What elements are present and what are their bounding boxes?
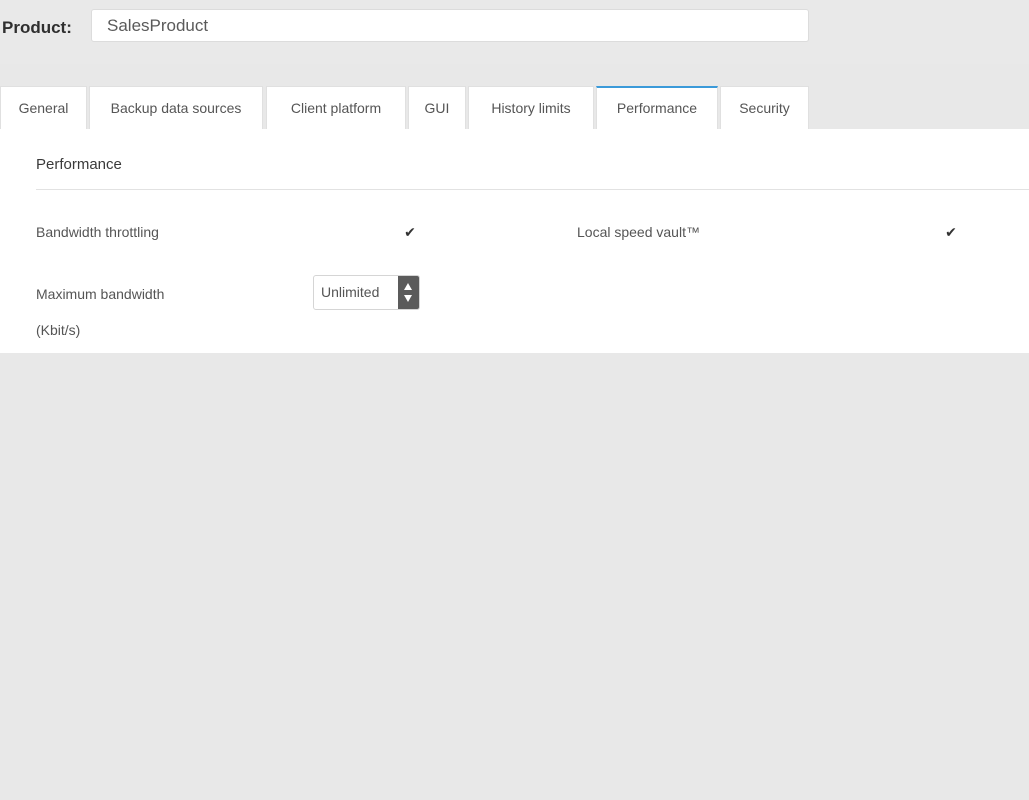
- product-input[interactable]: SalesProduct: [91, 9, 809, 42]
- check-icon: ✔: [404, 224, 416, 240]
- tab-backup-data-sources[interactable]: Backup data sources: [89, 86, 263, 129]
- stepper-buttons[interactable]: [398, 276, 419, 309]
- tab-history-limits[interactable]: History limits: [468, 86, 594, 129]
- product-label: Product:: [2, 18, 72, 37]
- local-speed-vault-checkbox[interactable]: ✔: [943, 224, 959, 240]
- page: Product: SalesProduct General Backup dat…: [0, 0, 1029, 800]
- maximum-bandwidth-label: Maximum bandwidth: [36, 286, 165, 302]
- bandwidth-throttling-label: Bandwidth throttling: [36, 224, 159, 240]
- product-bar: Product: SalesProduct: [0, 0, 1029, 64]
- stepper-value: Unlimited: [321, 284, 380, 300]
- arrow-up-icon[interactable]: [404, 283, 412, 290]
- tab-security[interactable]: Security: [720, 86, 809, 129]
- local-speed-vault-label: Local speed vault™: [577, 224, 700, 240]
- section-title: Performance: [36, 156, 122, 173]
- tab-client-platform[interactable]: Client platform: [266, 86, 406, 129]
- divider: [36, 189, 1029, 190]
- bandwidth-throttling-checkbox[interactable]: ✔: [402, 224, 418, 240]
- check-icon: ✔: [945, 224, 957, 240]
- performance-panel: Performance Bandwidth throttling ✔ Local…: [0, 129, 1029, 353]
- tab-gui[interactable]: GUI: [408, 86, 466, 129]
- tab-performance[interactable]: Performance: [596, 86, 718, 129]
- maximum-bandwidth-stepper[interactable]: Unlimited: [313, 275, 420, 310]
- maximum-bandwidth-unit: (Kbit/s): [36, 322, 81, 338]
- tab-general[interactable]: General: [0, 86, 87, 129]
- arrow-down-icon[interactable]: [404, 295, 412, 302]
